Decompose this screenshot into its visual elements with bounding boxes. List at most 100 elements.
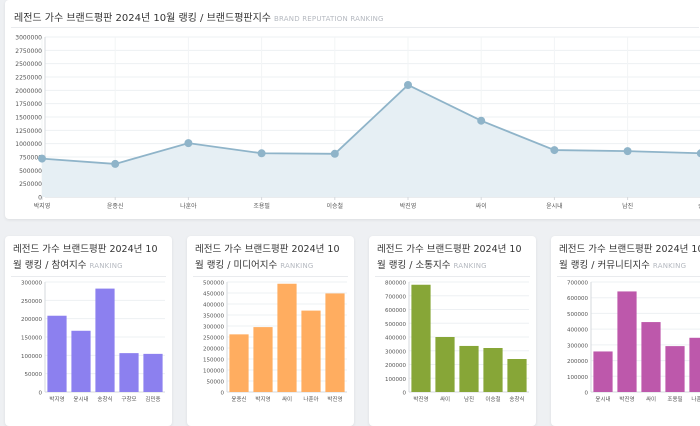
y-tick-label: 50000 bbox=[25, 372, 43, 378]
y-tick-label: 150000 bbox=[21, 336, 42, 342]
data-point bbox=[330, 149, 339, 158]
main-title-text: 레전드 가수 브랜드평판 2024년 10월 랭킹 / 브랜드평판지수 bbox=[14, 13, 271, 24]
x-tick-label: 박지영 bbox=[255, 395, 270, 403]
x-tick-label: 송창식 bbox=[509, 395, 524, 403]
y-tick-label: 200000 bbox=[21, 317, 42, 323]
bar bbox=[411, 284, 431, 392]
community-bar-chart: 700000 600000 500000 400000 300000 200000 1000… bbox=[567, 281, 700, 403]
y-tick-label: 1250000 bbox=[15, 128, 42, 135]
x-tick-label: 남진 bbox=[622, 202, 633, 210]
x-tick-label: 구창모 bbox=[121, 395, 136, 403]
y-tick-label: 500000 bbox=[19, 168, 42, 175]
main-subtitle: BRAND REPUTATION RANKING bbox=[274, 15, 384, 23]
y-tick-label: 100000 bbox=[21, 354, 42, 360]
x-tick-label: 조용필 bbox=[253, 203, 270, 210]
data-point bbox=[623, 147, 632, 156]
x-tick-label: 조용필 bbox=[667, 396, 682, 403]
y-tick-label: 700000 bbox=[567, 281, 588, 287]
data-point bbox=[111, 159, 120, 168]
y-tick-label: 100000 bbox=[567, 375, 588, 381]
media-bar-chart: 5000004500004000003500003000002500002000… bbox=[203, 281, 347, 403]
communication-subtitle: RANKING bbox=[453, 262, 487, 270]
communication-index-card: 레전드 가수 브랜드평판 2024년 10월 랭킹 / 소통지수 RANKING … bbox=[369, 236, 536, 426]
bar bbox=[47, 315, 67, 392]
participation-chart-title: 레전드 가수 브랜드평판 2024년 10월 랭킹 / 참여지수 RANKING bbox=[13, 242, 165, 274]
y-tick-label: 0 bbox=[403, 391, 407, 397]
y-tick-label: 700000 bbox=[385, 294, 406, 300]
y-tick-label: 2750000 bbox=[15, 48, 42, 55]
y-tick-label: 200000 bbox=[203, 347, 224, 353]
brand-reputation-card: 레전드 가수 브랜드평판 2024년 10월 랭킹 / 브랜드평판지수 BRAND… bbox=[5, 0, 700, 219]
data-point bbox=[477, 116, 486, 125]
bar bbox=[277, 283, 297, 392]
y-tick-label: 600000 bbox=[567, 296, 588, 302]
x-tick-label: 윤시내 bbox=[595, 395, 610, 403]
bar bbox=[641, 322, 661, 392]
y-tick-label: 400000 bbox=[203, 303, 224, 309]
y-tick-label: 300000 bbox=[385, 349, 406, 355]
y-tick-label: 2250000 bbox=[15, 75, 42, 82]
x-tick-label: 송창식 bbox=[97, 395, 112, 403]
y-tick-label: 400000 bbox=[567, 328, 588, 334]
communication-chart-title: 레전드 가수 브랜드평판 2024년 10월 랭킹 / 소통지수 RANKING bbox=[377, 242, 529, 274]
y-tick-label: 250000 bbox=[203, 336, 224, 342]
bar bbox=[617, 291, 637, 392]
bar bbox=[593, 351, 613, 392]
y-tick-label: 600000 bbox=[385, 308, 406, 314]
y-tick-label: 400000 bbox=[385, 336, 406, 342]
data-point bbox=[257, 149, 266, 158]
media-subtitle: RANKING bbox=[280, 262, 314, 270]
y-tick-label: 500000 bbox=[203, 281, 224, 287]
bar bbox=[119, 353, 139, 392]
bar bbox=[459, 345, 479, 392]
y-tick-label: 1000000 bbox=[15, 141, 42, 148]
x-tick-label: 박진영 bbox=[327, 395, 342, 403]
data-point bbox=[38, 154, 46, 163]
y-tick-label: 300000 bbox=[203, 325, 224, 331]
main-chart-title: 레전드 가수 브랜드평판 2024년 10월 랭킹 / 브랜드평판지수 BRAND… bbox=[14, 9, 384, 24]
y-tick-label: 0 bbox=[585, 391, 589, 397]
x-tick-label: 나훈아 bbox=[303, 395, 318, 403]
series-area bbox=[42, 85, 700, 197]
y-tick-label: 0 bbox=[39, 391, 43, 397]
y-tick-label: 800000 bbox=[385, 281, 406, 287]
y-tick-label: 2000000 bbox=[15, 88, 42, 95]
media-chart-title: 레전드 가수 브랜드평판 2024년 10월 랭킹 / 미디어지수 RANKING bbox=[195, 242, 347, 274]
bar bbox=[71, 330, 91, 392]
x-tick-label: 싸이 bbox=[646, 395, 656, 403]
y-tick-label: 250000 bbox=[19, 181, 42, 188]
x-tick-label: 박지영 bbox=[34, 202, 51, 210]
bar bbox=[507, 359, 527, 392]
x-tick-label: 싸이 bbox=[282, 395, 292, 403]
bar bbox=[689, 337, 700, 392]
bar bbox=[143, 353, 163, 392]
data-point bbox=[404, 81, 412, 89]
y-tick-label: 300000 bbox=[567, 343, 588, 349]
x-tick-label: 나훈아 bbox=[691, 395, 700, 403]
y-tick-label: 2500000 bbox=[15, 61, 42, 68]
participation-subtitle: RANKING bbox=[89, 262, 123, 270]
x-tick-label: 박진영 bbox=[619, 395, 634, 403]
community-subtitle: RANKING bbox=[652, 262, 687, 270]
x-tick-label: 싸이 bbox=[440, 395, 450, 403]
y-tick-label: 300000 bbox=[21, 281, 42, 287]
x-tick-label: 남진 bbox=[464, 395, 474, 403]
y-tick-label: 0 bbox=[221, 391, 225, 397]
communication-bar-chart: 800000 700000 600000 500000 400000 300000 2000… bbox=[385, 281, 529, 403]
data-point bbox=[550, 146, 559, 155]
y-tick-label: 200000 bbox=[385, 363, 406, 369]
y-tick-label: 200000 bbox=[567, 359, 588, 365]
x-tick-label: 박진영 bbox=[400, 202, 417, 210]
y-tick-label: 350000 bbox=[203, 314, 224, 320]
media-index-card: 레전드 가수 브랜드평판 2024년 10월 랭킹 / 미디어지수 RANKING… bbox=[187, 236, 354, 426]
x-tick-label: 윤시내 bbox=[546, 202, 563, 210]
brand-reputation-area-chart: 3000000 2750000 2500000 2250000 2000000 17500… bbox=[15, 35, 700, 210]
y-tick-label: 3000000 bbox=[15, 35, 42, 42]
y-tick-label: 1750000 bbox=[15, 101, 42, 108]
x-tick-label: 나훈아 bbox=[180, 202, 197, 210]
communication-title-text: 레전드 가수 브랜드평판 2024년 10월 랭킹 / 소통지수 bbox=[377, 244, 522, 271]
bar bbox=[665, 346, 685, 392]
bar bbox=[229, 334, 249, 392]
bar bbox=[483, 348, 503, 392]
y-tick-label: 500000 bbox=[385, 322, 406, 328]
